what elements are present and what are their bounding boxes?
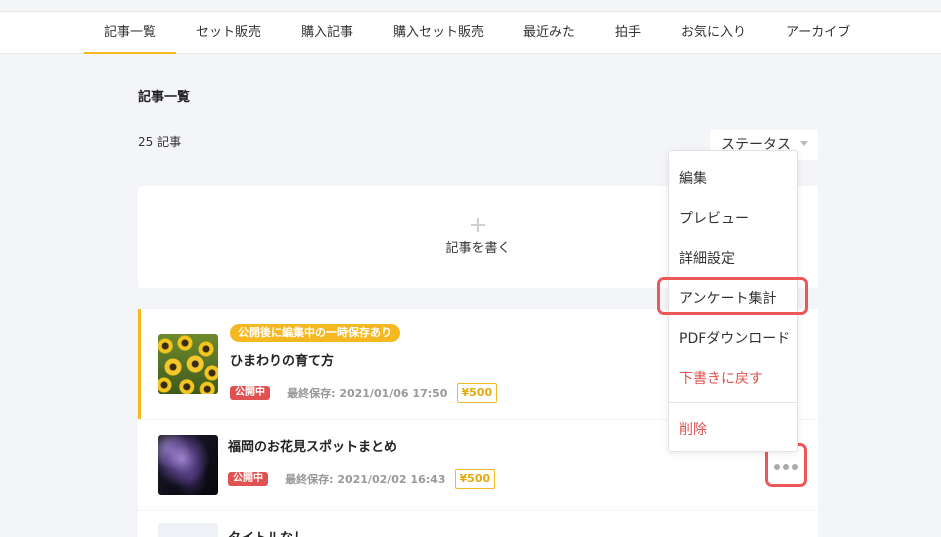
survey-results-highlight: [657, 277, 808, 315]
article-title[interactable]: 福岡のお花見スポットまとめ: [228, 436, 397, 455]
tab-articles[interactable]: 記事一覧: [84, 12, 176, 54]
article-meta: 公開中 最終保存: 2021/01/06 17:50 ¥500: [230, 382, 498, 403]
menu-item-delete[interactable]: 削除: [679, 419, 707, 439]
article-title[interactable]: ひまわりの育て方: [230, 350, 334, 369]
draft-badge: 公開後に編集中の一時保存あり: [230, 324, 400, 342]
article-thumbnail: [158, 334, 218, 394]
plus-icon: [471, 218, 485, 232]
menu-divider: [669, 402, 797, 403]
menu-item-preview[interactable]: プレビュー: [679, 208, 749, 228]
article-meta: 公開中 最終保存: 2021/02/02 16:43 ¥500: [228, 468, 496, 489]
article-count: 25 記事: [138, 135, 182, 149]
menu-item-edit[interactable]: 編集: [679, 168, 707, 188]
price-badge: ¥500: [454, 468, 496, 489]
status-badge: 公開中: [230, 385, 270, 400]
article-row[interactable]: タイトルなし: [138, 511, 818, 537]
tab-favorites[interactable]: お気に入り: [681, 12, 746, 54]
tab-purchased-articles[interactable]: 購入記事: [301, 12, 353, 54]
menu-item-settings[interactable]: 詳細設定: [679, 248, 735, 268]
tab-recently-viewed[interactable]: 最近みた: [523, 12, 575, 54]
status-badge: 公開中: [228, 471, 268, 486]
tab-applause[interactable]: 拍手: [615, 12, 641, 54]
menu-item-revert-to-draft[interactable]: 下書きに戻す: [679, 368, 763, 388]
tab-set-sales[interactable]: セット販売: [196, 12, 261, 54]
chevron-down-icon: [800, 141, 808, 146]
article-thumbnail: [158, 435, 218, 495]
tab-archive[interactable]: アーカイブ: [786, 12, 850, 54]
last-saved: 最終保存: 2021/01/06 17:50: [287, 386, 448, 400]
price-badge: ¥500: [456, 382, 498, 403]
article-title[interactable]: タイトルなし: [228, 527, 306, 537]
top-navigation: 記事一覧 セット販売 購入記事 購入セット販売 最近みた 拍手 お気に入り アー…: [0, 11, 941, 54]
tab-purchased-sets[interactable]: 購入セット販売: [393, 12, 484, 54]
last-saved: 最終保存: 2021/02/02 16:43: [285, 472, 446, 486]
page-title: 記事一覧: [138, 90, 191, 105]
menu-item-pdf-download[interactable]: PDFダウンロード: [679, 328, 790, 348]
article-thumbnail: [158, 523, 218, 537]
